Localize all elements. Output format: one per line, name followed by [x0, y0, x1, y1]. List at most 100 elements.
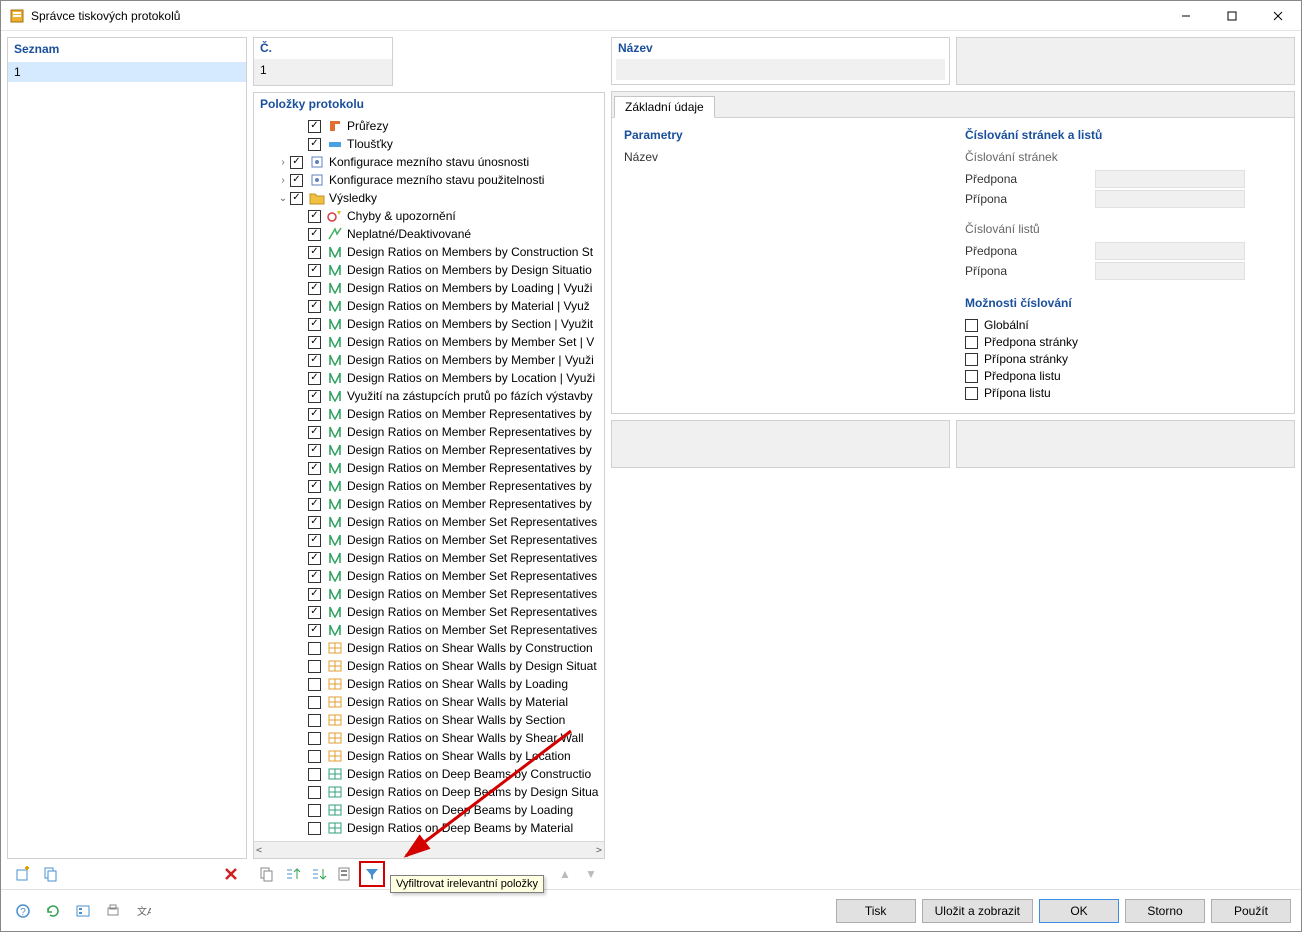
tree-item[interactable]: Design Ratios on Member Representatives …: [254, 459, 604, 477]
toolbar-btn-4[interactable]: [333, 862, 357, 886]
opt-sheet-suffix-chk[interactable]: [965, 387, 978, 400]
close-button[interactable]: [1255, 1, 1301, 31]
tree-checkbox[interactable]: [308, 318, 321, 331]
tree-item[interactable]: Design Ratios on Member Representatives …: [254, 405, 604, 423]
expand-icon[interactable]: ›: [276, 175, 290, 186]
sheet-suffix-input[interactable]: [1095, 262, 1245, 280]
tree-item[interactable]: Design Ratios on Member Set Representati…: [254, 513, 604, 531]
tree-checkbox[interactable]: [308, 570, 321, 583]
delete-button[interactable]: [219, 862, 243, 886]
tree-item[interactable]: Design Ratios on Members by Material | V…: [254, 297, 604, 315]
tree-body[interactable]: PrůřezyTloušťky ›Konfigurace mezního stav…: [254, 117, 604, 841]
tree-checkbox[interactable]: [308, 444, 321, 457]
tree-checkbox[interactable]: [290, 156, 303, 169]
expand-icon[interactable]: ⌄: [276, 193, 290, 204]
language-button[interactable]: 文A: [131, 899, 155, 923]
tree-item[interactable]: Design Ratios on Shear Walls by Construc…: [254, 639, 604, 657]
sheet-prefix-input[interactable]: [1095, 242, 1245, 260]
tree-checkbox[interactable]: [308, 732, 321, 745]
tree-checkbox[interactable]: [308, 390, 321, 403]
tree-checkbox[interactable]: [308, 588, 321, 601]
tree-item[interactable]: Design Ratios on Member Set Representati…: [254, 567, 604, 585]
toolbar-btn-3[interactable]: [307, 862, 331, 886]
tree-item[interactable]: Design Ratios on Member Set Representati…: [254, 621, 604, 639]
tree-item[interactable]: Design Ratios on Shear Walls by Design S…: [254, 657, 604, 675]
tree-checkbox[interactable]: [308, 462, 321, 475]
scroll-left-icon[interactable]: <: [256, 845, 262, 856]
tree-checkbox[interactable]: [308, 822, 321, 835]
expand-icon[interactable]: ›: [276, 157, 290, 168]
minimize-button[interactable]: [1163, 1, 1209, 31]
tree-item[interactable]: Průřezy: [254, 117, 604, 135]
tree-item[interactable]: ⌄Výsledky: [254, 189, 604, 207]
tree-item[interactable]: Design Ratios on Shear Walls by Loading: [254, 675, 604, 693]
ok-button[interactable]: OK: [1039, 899, 1119, 923]
tree-checkbox[interactable]: [308, 264, 321, 277]
tree-checkbox[interactable]: [308, 246, 321, 259]
apply-button[interactable]: Použít: [1211, 899, 1291, 923]
toolbar-btn-2[interactable]: [281, 862, 305, 886]
tree-item[interactable]: Design Ratios on Member Set Representati…: [254, 585, 604, 603]
tree-checkbox[interactable]: [308, 228, 321, 241]
tree-checkbox[interactable]: [308, 354, 321, 367]
tree-checkbox[interactable]: [308, 516, 321, 529]
tree-item[interactable]: Design Ratios on Members by Construction…: [254, 243, 604, 261]
tree-item[interactable]: Design Ratios on Deep Beams by Construct…: [254, 765, 604, 783]
tree-item[interactable]: Design Ratios on Member Set Representati…: [254, 531, 604, 549]
tree-item[interactable]: Design Ratios on Members by Loading | Vy…: [254, 279, 604, 297]
tree-checkbox[interactable]: [308, 300, 321, 313]
tree-checkbox[interactable]: [308, 120, 321, 133]
tree-item[interactable]: Design Ratios on Deep Beams by Loading: [254, 801, 604, 819]
tree-checkbox[interactable]: [308, 804, 321, 817]
tree-item[interactable]: Design Ratios on Members by Design Situa…: [254, 261, 604, 279]
tree-item[interactable]: Design Ratios on Members by Location | V…: [254, 369, 604, 387]
opt-global-chk[interactable]: [965, 319, 978, 332]
print-button[interactable]: Tisk: [836, 899, 916, 923]
list-item[interactable]: 1: [8, 62, 246, 82]
tree-checkbox[interactable]: [308, 336, 321, 349]
tree-checkbox[interactable]: [308, 750, 321, 763]
tree-checkbox[interactable]: [290, 192, 303, 205]
tree-checkbox[interactable]: [308, 408, 321, 421]
tree-item[interactable]: Design Ratios on Members by Member Set |…: [254, 333, 604, 351]
tree-checkbox[interactable]: [308, 282, 321, 295]
tree-item[interactable]: Design Ratios on Shear Walls by Section: [254, 711, 604, 729]
tree-checkbox[interactable]: [308, 534, 321, 547]
settings-button[interactable]: [71, 899, 95, 923]
tree-item[interactable]: Chyby & upozornění: [254, 207, 604, 225]
tree-item[interactable]: Tloušťky: [254, 135, 604, 153]
tree-item[interactable]: Design Ratios on Member Set Representati…: [254, 603, 604, 621]
tree-item[interactable]: Design Ratios on Member Representatives …: [254, 423, 604, 441]
tree-checkbox[interactable]: [308, 606, 321, 619]
new-button[interactable]: [11, 862, 35, 886]
tree-checkbox[interactable]: [308, 678, 321, 691]
cancel-button[interactable]: Storno: [1125, 899, 1205, 923]
tree-item[interactable]: Design Ratios on Member Set Representati…: [254, 549, 604, 567]
tree-checkbox[interactable]: [308, 786, 321, 799]
tree-item[interactable]: Design Ratios on Members by Member | Vyu…: [254, 351, 604, 369]
page-suffix-input[interactable]: [1095, 190, 1245, 208]
horizontal-scrollbar[interactable]: < >: [254, 841, 604, 858]
opt-sheet-prefix-chk[interactable]: [965, 370, 978, 383]
filter-button[interactable]: [359, 861, 385, 887]
tree-checkbox[interactable]: [308, 552, 321, 565]
tree-checkbox[interactable]: [308, 624, 321, 637]
tree-checkbox[interactable]: [308, 768, 321, 781]
tree-checkbox[interactable]: [308, 660, 321, 673]
tree-item[interactable]: Design Ratios on Member Representatives …: [254, 477, 604, 495]
copy-button[interactable]: [39, 862, 63, 886]
opt-page-suffix-chk[interactable]: [965, 353, 978, 366]
tree-checkbox[interactable]: [308, 480, 321, 493]
tree-item[interactable]: ›Konfigurace mezního stavu použitelnosti: [254, 171, 604, 189]
tree-item[interactable]: Design Ratios on Deep Beams by Material: [254, 819, 604, 837]
name-input[interactable]: [616, 59, 945, 80]
tree-item[interactable]: Design Ratios on Members by Section | Vy…: [254, 315, 604, 333]
tree-checkbox[interactable]: [308, 642, 321, 655]
tree-checkbox[interactable]: [308, 426, 321, 439]
tree-checkbox[interactable]: [308, 210, 321, 223]
move-down-button[interactable]: ▼: [579, 862, 603, 886]
refresh-button[interactable]: [41, 899, 65, 923]
tree-checkbox[interactable]: [290, 174, 303, 187]
tree-item[interactable]: Využití na zástupcích prutů po fázích vý…: [254, 387, 604, 405]
tree-item[interactable]: Design Ratios on Shear Walls by Shear Wa…: [254, 729, 604, 747]
